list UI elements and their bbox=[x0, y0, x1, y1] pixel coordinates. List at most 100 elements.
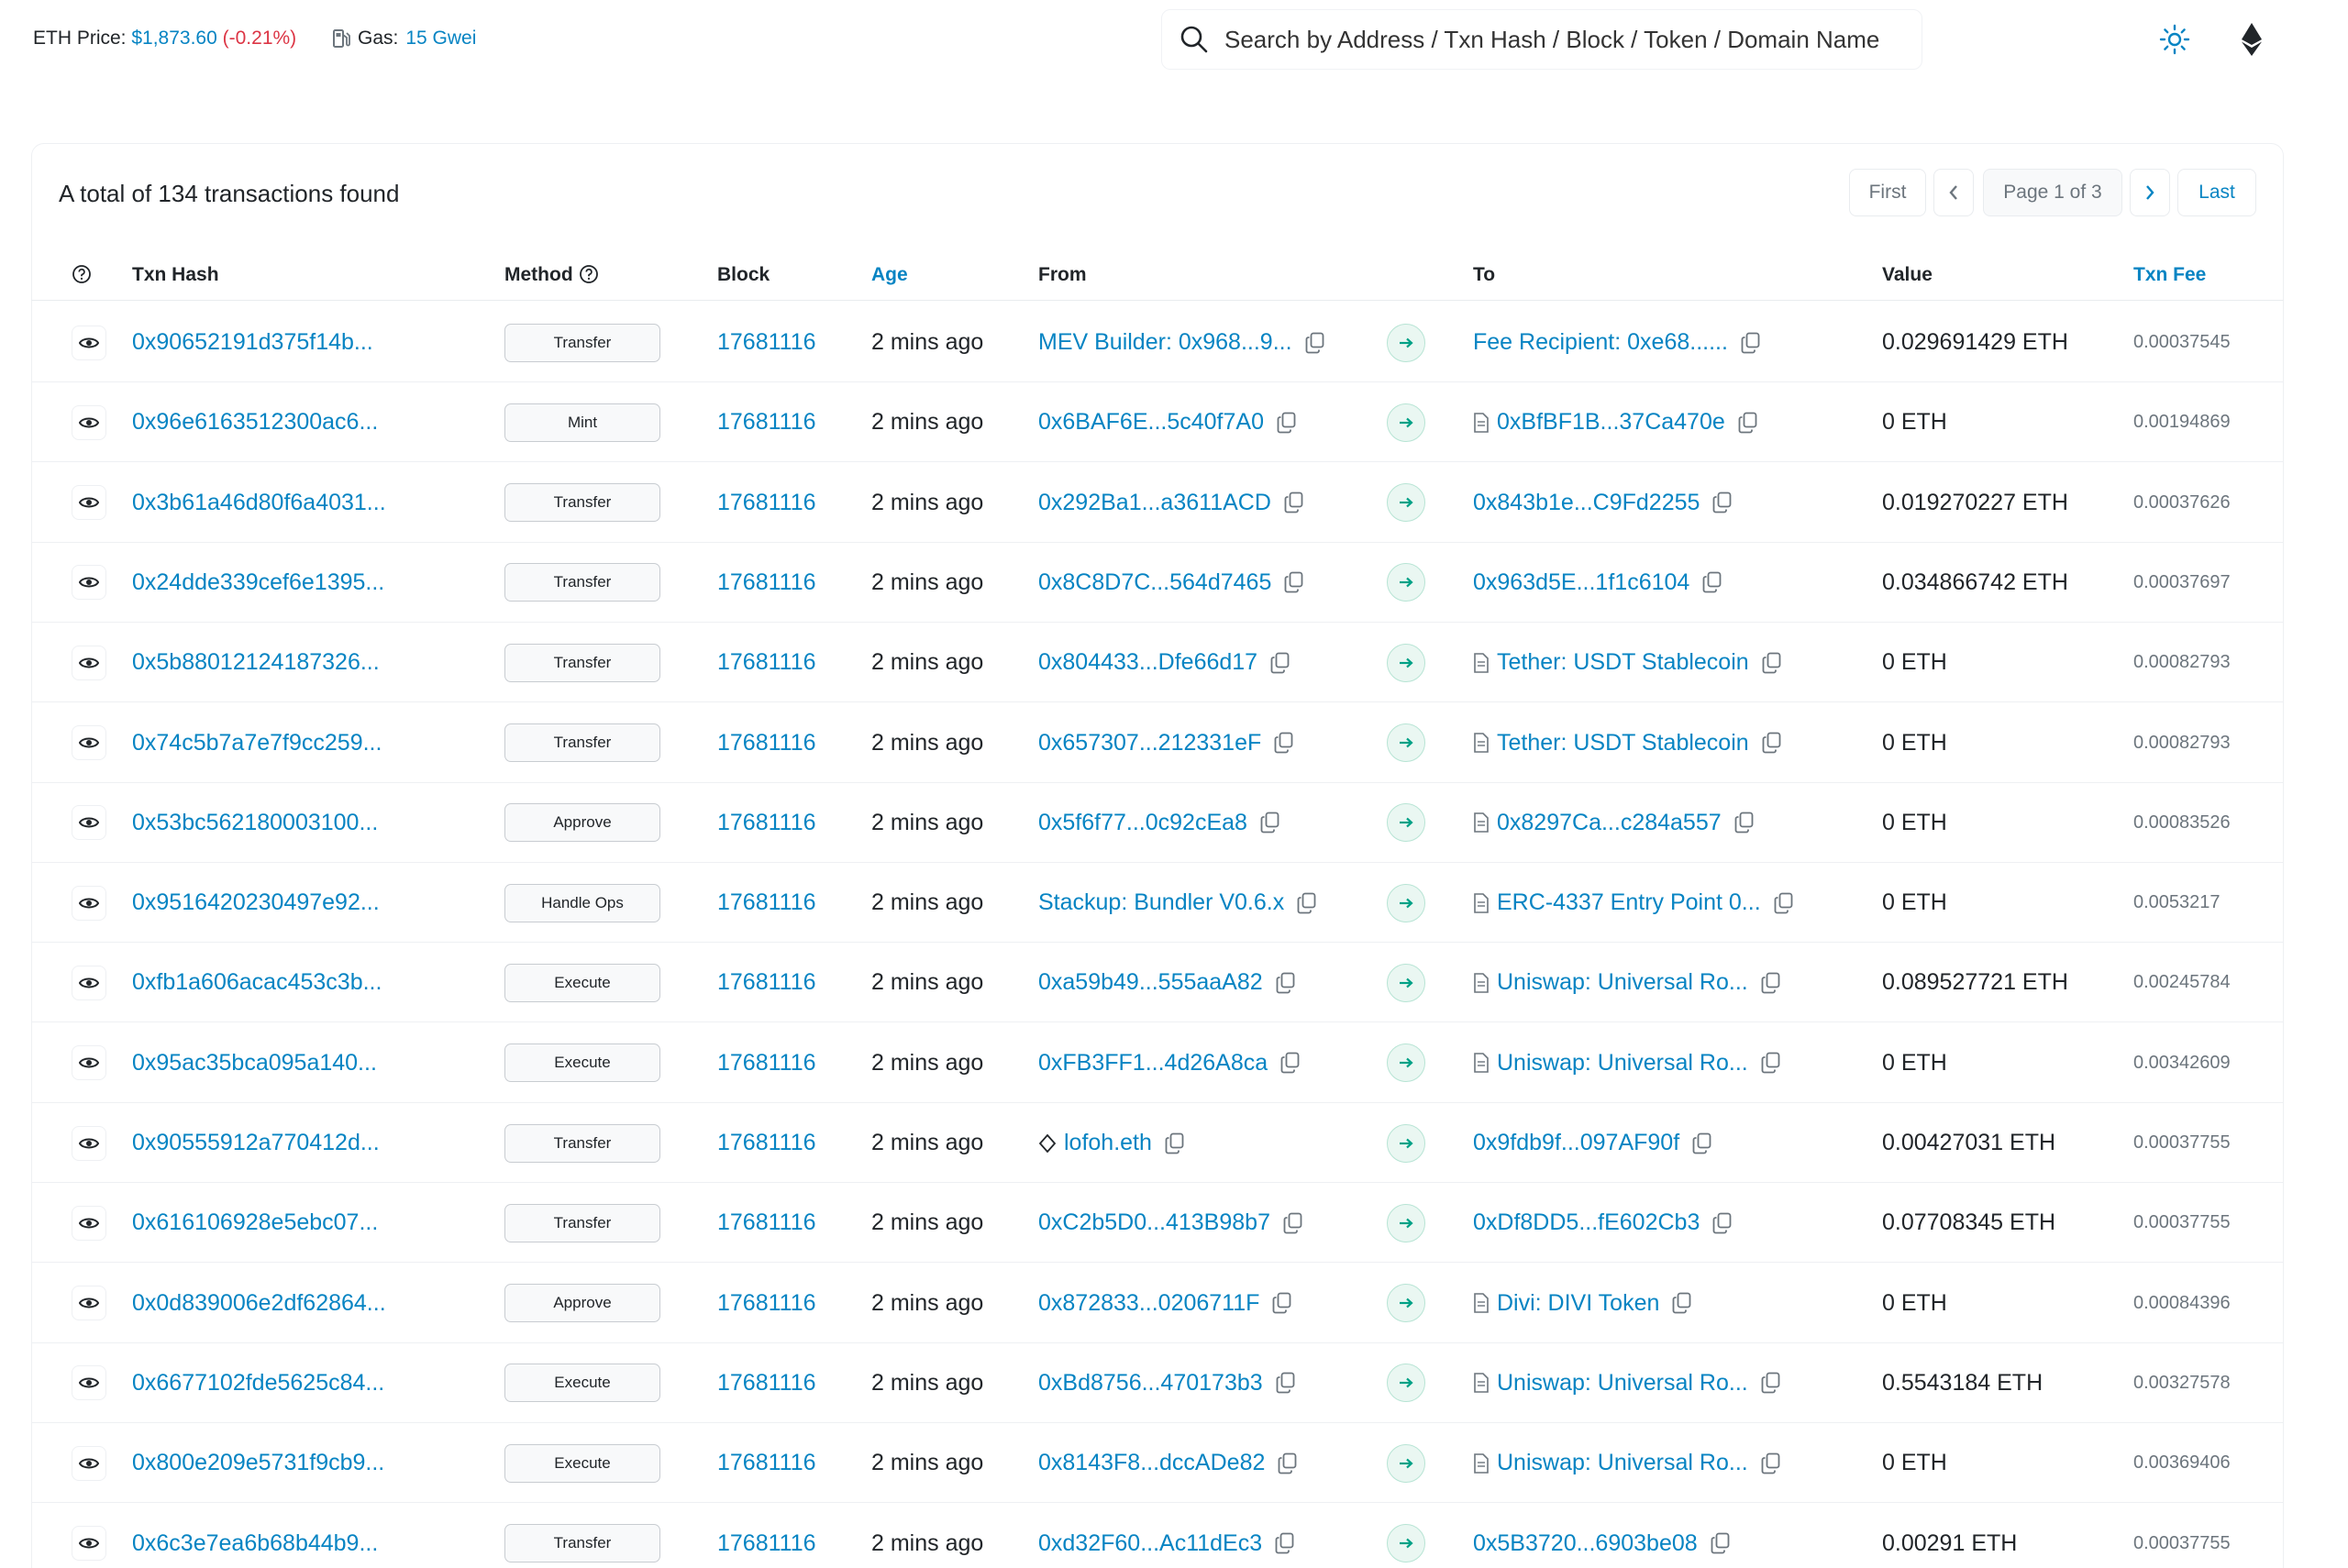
block-link[interactable]: 17681116 bbox=[717, 382, 816, 462]
to-address-link[interactable]: Uniswap: Universal Ro... bbox=[1497, 1050, 1748, 1077]
copy-icon[interactable] bbox=[1762, 732, 1782, 754]
copy-icon[interactable] bbox=[1275, 1532, 1295, 1554]
preview-button[interactable] bbox=[72, 805, 106, 841]
preview-button[interactable] bbox=[72, 1045, 106, 1081]
from-address-link[interactable]: lofoh.eth bbox=[1064, 1130, 1152, 1156]
gas-value[interactable]: 15 Gwei bbox=[405, 28, 476, 50]
block-link[interactable]: 17681116 bbox=[717, 783, 816, 863]
copy-icon[interactable] bbox=[1165, 1132, 1185, 1154]
copy-icon[interactable] bbox=[1738, 412, 1758, 434]
preview-button[interactable] bbox=[72, 325, 106, 360]
txn-hash-link[interactable]: 0x3b61a46d80f6a4031... bbox=[132, 463, 386, 543]
block-link[interactable]: 17681116 bbox=[717, 863, 816, 943]
copy-icon[interactable] bbox=[1761, 1372, 1781, 1394]
preview-button[interactable] bbox=[72, 404, 106, 440]
preview-button[interactable] bbox=[72, 1445, 106, 1481]
txn-hash-link[interactable]: 0x24dde339cef6e1395... bbox=[132, 543, 384, 623]
copy-icon[interactable] bbox=[1672, 1292, 1692, 1314]
help-column-icon[interactable] bbox=[72, 264, 92, 286]
txn-hash-link[interactable]: 0x6677102fde5625c84... bbox=[132, 1343, 384, 1423]
copy-icon[interactable] bbox=[1712, 1212, 1733, 1234]
txn-hash-link[interactable]: 0x616106928e5ebc07... bbox=[132, 1183, 378, 1263]
theme-toggle-sun-icon[interactable] bbox=[2159, 24, 2190, 55]
block-link[interactable]: 17681116 bbox=[717, 1423, 816, 1503]
block-link[interactable]: 17681116 bbox=[717, 1183, 816, 1263]
txn-hash-link[interactable]: 0x800e209e5731f9cb9... bbox=[132, 1423, 384, 1503]
copy-icon[interactable] bbox=[1274, 732, 1294, 754]
to-address-link[interactable]: Tether: USDT Stablecoin bbox=[1497, 649, 1749, 676]
to-address-link[interactable]: Uniswap: Universal Ro... bbox=[1497, 969, 1748, 996]
to-address-link[interactable]: Divi: DIVI Token bbox=[1497, 1290, 1659, 1317]
from-address-link[interactable]: 0x292Ba1...a3611ACD bbox=[1038, 490, 1271, 516]
txn-hash-link[interactable]: 0xfb1a606acac453c3b... bbox=[132, 943, 382, 1022]
from-address-link[interactable]: 0x6BAF6E...5c40f7A0 bbox=[1038, 409, 1264, 436]
search-input[interactable] bbox=[1224, 25, 1885, 54]
copy-icon[interactable] bbox=[1761, 972, 1781, 994]
from-address-link[interactable]: 0xFB3FF1...4d26A8ca bbox=[1038, 1050, 1268, 1077]
to-address-link[interactable]: 0x963d5E...1f1c6104 bbox=[1473, 569, 1689, 596]
to-address-link[interactable]: 0x9fdb9f...097AF90f bbox=[1473, 1130, 1679, 1156]
txn-hash-link[interactable]: 0x90652191d375f14b... bbox=[132, 303, 373, 382]
txn-hash-link[interactable]: 0x74c5b7a7e7f9cc259... bbox=[132, 703, 382, 783]
to-address-link[interactable]: 0x8297Ca...c284a557 bbox=[1497, 810, 1722, 836]
block-link[interactable]: 17681116 bbox=[717, 623, 816, 702]
preview-button[interactable] bbox=[72, 1205, 106, 1241]
txn-hash-link[interactable]: 0x95ac35bca095a140... bbox=[132, 1023, 377, 1103]
preview-button[interactable] bbox=[72, 485, 106, 521]
copy-icon[interactable] bbox=[1280, 1052, 1301, 1074]
from-address-link[interactable]: 0xBd8756...470173b3 bbox=[1038, 1370, 1263, 1397]
from-address-link[interactable]: Stackup: Bundler V0.6.x bbox=[1038, 889, 1284, 916]
block-link[interactable]: 17681116 bbox=[717, 1103, 816, 1183]
to-address-link[interactable]: Tether: USDT Stablecoin bbox=[1497, 730, 1749, 756]
copy-icon[interactable] bbox=[1702, 571, 1722, 593]
preview-button[interactable] bbox=[72, 565, 106, 601]
preview-button[interactable] bbox=[72, 1526, 106, 1561]
block-link[interactable]: 17681116 bbox=[717, 943, 816, 1022]
from-address-link[interactable]: 0x8C8D7C...564d7465 bbox=[1038, 569, 1271, 596]
block-link[interactable]: 17681116 bbox=[717, 463, 816, 543]
preview-button[interactable] bbox=[72, 645, 106, 680]
header-age[interactable]: Age bbox=[871, 264, 908, 286]
block-link[interactable]: 17681116 bbox=[717, 1264, 816, 1343]
preview-button[interactable] bbox=[72, 1365, 106, 1401]
copy-icon[interactable] bbox=[1276, 1372, 1296, 1394]
block-link[interactable]: 17681116 bbox=[717, 703, 816, 783]
block-link[interactable]: 17681116 bbox=[717, 1023, 816, 1103]
copy-icon[interactable] bbox=[1305, 332, 1325, 354]
copy-icon[interactable] bbox=[1297, 892, 1317, 914]
copy-icon[interactable] bbox=[1284, 491, 1304, 513]
from-address-link[interactable]: 0xd32F60...Ac11dEc3 bbox=[1038, 1530, 1262, 1557]
header-txn-fee[interactable]: Txn Fee bbox=[2133, 264, 2206, 286]
method-info-icon[interactable] bbox=[579, 264, 599, 284]
from-address-link[interactable]: 0x804433...Dfe66d17 bbox=[1038, 649, 1257, 676]
preview-button[interactable] bbox=[72, 885, 106, 921]
from-address-link[interactable]: 0x5f6f77...0c92cEa8 bbox=[1038, 810, 1247, 836]
from-address-link[interactable]: 0xa59b49...555aaA82 bbox=[1038, 969, 1263, 996]
first-page-button[interactable]: First bbox=[1849, 169, 1926, 216]
txn-hash-link[interactable]: 0x6c3e7ea6b68b44b9... bbox=[132, 1504, 378, 1568]
to-address-link[interactable]: Uniswap: Universal Ro... bbox=[1497, 1450, 1748, 1476]
ethereum-icon[interactable] bbox=[2238, 22, 2265, 57]
from-address-link[interactable]: 0x657307...212331eF bbox=[1038, 730, 1261, 756]
prev-page-button[interactable] bbox=[1933, 169, 1974, 216]
from-address-link[interactable]: 0x872833...0206711F bbox=[1038, 1290, 1259, 1317]
eth-price-value[interactable]: $1,873.60 bbox=[131, 28, 216, 49]
copy-icon[interactable] bbox=[1277, 412, 1297, 434]
to-address-link[interactable]: ERC-4337 Entry Point 0... bbox=[1497, 889, 1761, 916]
txn-hash-link[interactable]: 0x53bc562180003100... bbox=[132, 783, 378, 863]
last-page-button[interactable]: Last bbox=[2177, 169, 2256, 216]
to-address-link[interactable]: 0xDf8DD5...fE602Cb3 bbox=[1473, 1209, 1700, 1236]
preview-button[interactable] bbox=[72, 965, 106, 1000]
block-link[interactable]: 17681116 bbox=[717, 1504, 816, 1568]
copy-icon[interactable] bbox=[1761, 1052, 1781, 1074]
copy-icon[interactable] bbox=[1741, 332, 1761, 354]
from-address-link[interactable]: 0xC2b5D0...413B98b7 bbox=[1038, 1209, 1270, 1236]
to-address-link[interactable]: Uniswap: Universal Ro... bbox=[1497, 1370, 1748, 1397]
block-link[interactable]: 17681116 bbox=[717, 1343, 816, 1423]
copy-icon[interactable] bbox=[1692, 1132, 1712, 1154]
copy-icon[interactable] bbox=[1283, 1212, 1303, 1234]
copy-icon[interactable] bbox=[1712, 491, 1733, 513]
copy-icon[interactable] bbox=[1270, 652, 1290, 674]
copy-icon[interactable] bbox=[1278, 1452, 1298, 1474]
txn-hash-link[interactable]: 0x96e6163512300ac6... bbox=[132, 382, 378, 462]
